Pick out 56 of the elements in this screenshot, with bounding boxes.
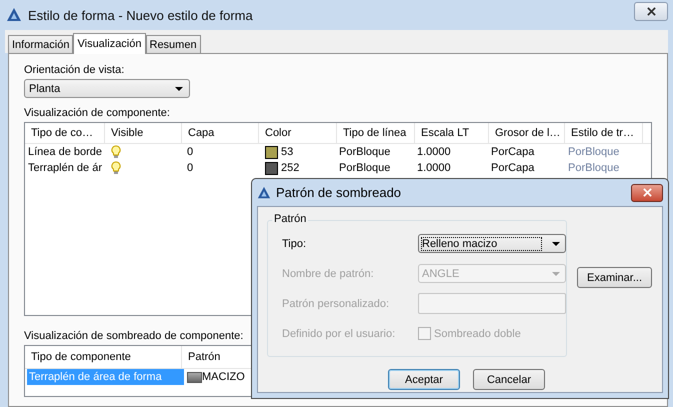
close-icon [642,188,652,197]
input-field[interactable] [418,293,566,314]
browse-button[interactable]: Examinar... [577,267,652,288]
table-cell: MACIZO [202,371,245,383]
hatch-swatch-icon [187,372,202,382]
field-label: Orientación de vista: [24,64,124,76]
caret-icon [552,242,560,246]
group-label: Patrón [272,213,308,225]
table-cell-text: PorBloque [338,161,392,176]
field-label: Tipo: [282,238,308,250]
table-cell-text: 0 [186,161,194,176]
tab[interactable]: Información [8,35,74,53]
caret-icon [175,86,183,90]
table-cell: 252 [281,162,300,174]
dialog-title: Patrón de sombreado [276,185,402,200]
column-header[interactable]: Tipo de línea [337,123,415,143]
section-label: Visualización de componente: [24,107,170,119]
column-header[interactable]: Estilo de tr… [565,123,643,143]
lightbulb-icon[interactable] [111,145,121,159]
close-button[interactable] [631,184,663,202]
dialog-button[interactable]: Aceptar [388,369,460,390]
tab[interactable]: Visualización [73,33,146,54]
app-icon [6,7,22,23]
table-cell: 53 [281,146,294,158]
table-cell-text: 1.0000 [416,145,452,160]
table-cell-text: Línea de borde [27,145,104,160]
checkbox-label: Sombreado doble [434,328,521,340]
caret-icon [552,272,560,276]
table-cell-text: PorCapa [490,145,536,160]
column-header[interactable]: Tipo de co… [25,123,105,143]
table-cell-text: Terraplén de ár [27,161,103,176]
field-label: Patrón personalizado: [282,298,390,310]
app-icon [257,186,271,200]
column-header[interactable]: Grosor de l… [489,123,565,143]
column-header[interactable]: Visible [105,123,182,143]
dropdown[interactable]: Relleno macizo [418,234,566,253]
column-header[interactable]: Color [259,123,337,143]
window-title: Estilo de forma - Nuevo estilo de forma [28,8,254,22]
column-header[interactable]: Tipo de componente [25,346,182,368]
table-cell-text: PorBloque [567,161,620,176]
table-cell-text: PorBloque [338,145,392,160]
column-header[interactable]: Escala LT [415,123,489,143]
close-button[interactable] [634,2,668,20]
section-label: Visualización de sombreado de componente: [24,330,244,342]
tab[interactable]: Resumen [146,35,201,53]
table-cell-text: 0 [186,145,194,160]
table-cell-text: PorBloque [567,145,620,160]
lightbulb-icon[interactable] [111,161,121,175]
table-cell-text: 1.0000 [416,161,452,176]
close-icon [646,6,656,16]
dialog-button[interactable]: Cancelar [473,369,545,390]
table-cell-text: PorCapa [490,161,536,176]
field-label: Nombre de patrón: [282,268,375,280]
field-label: Definido por el usuario: [282,328,396,340]
view-dropdown[interactable]: Planta [24,79,190,98]
column-header[interactable]: Capa [182,123,259,143]
